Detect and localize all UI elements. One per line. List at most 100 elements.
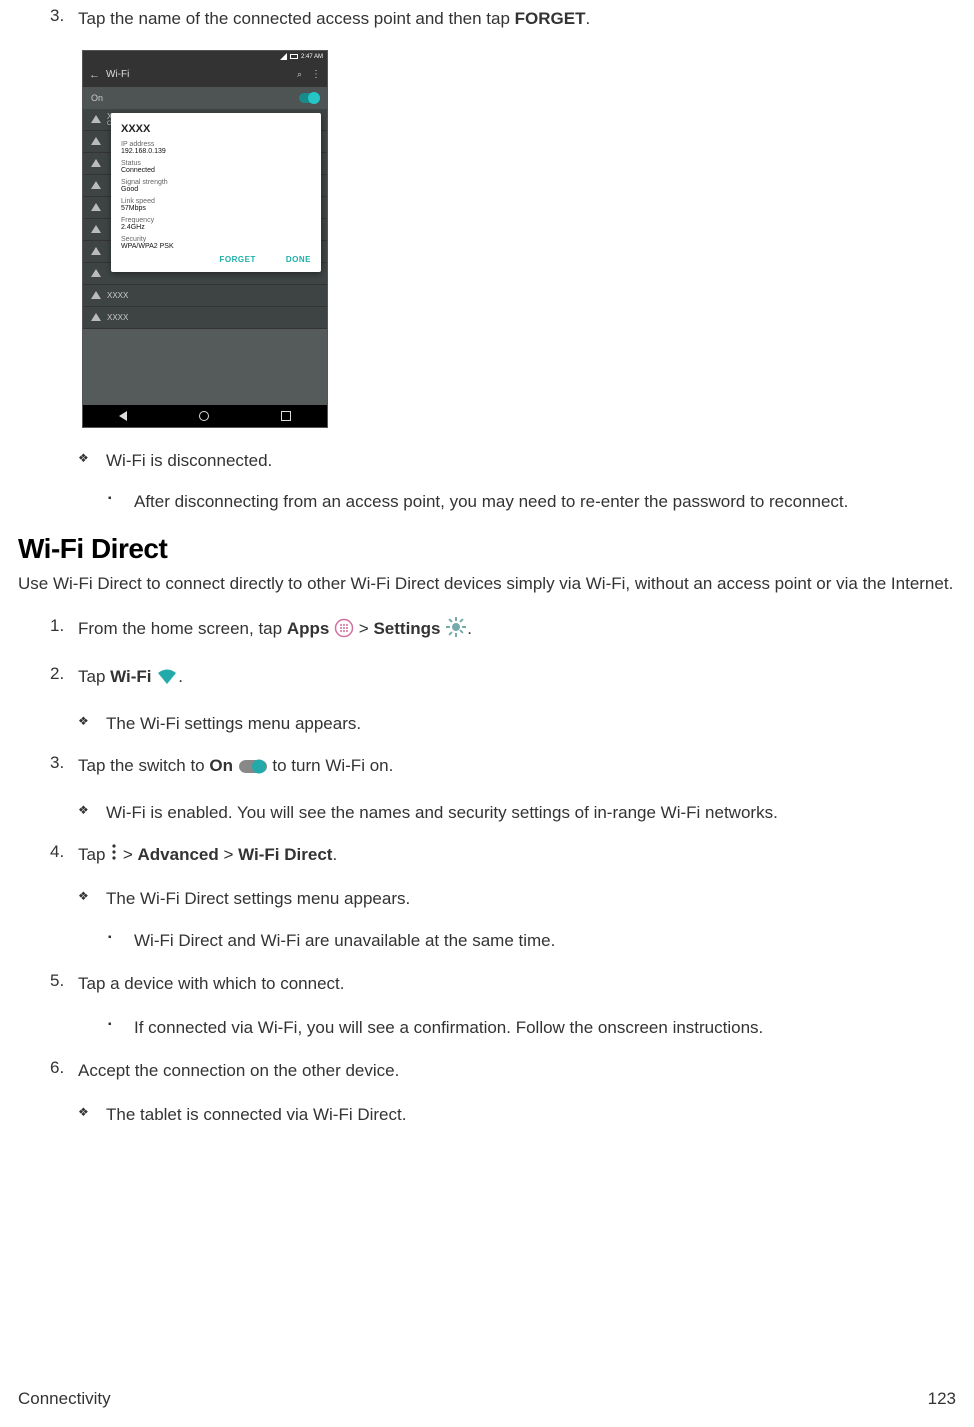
section-heading: Wi-Fi Direct xyxy=(18,533,956,565)
status-time: 2:47 AM xyxy=(301,54,323,60)
wifi-icon xyxy=(91,269,101,277)
text: . xyxy=(467,619,472,638)
intro-paragraph: Use Wi-Fi Direct to connect directly to … xyxy=(18,571,956,597)
net-row[interactable]: XXXX xyxy=(83,285,327,307)
step-text: Tap the name of the connected access poi… xyxy=(78,6,956,32)
dlg-label: Security xyxy=(121,236,311,243)
battery-icon xyxy=(290,54,298,59)
forget-button[interactable]: FORGET xyxy=(220,255,256,264)
apps-icon xyxy=(334,618,354,646)
diamond-bullet-icon: ❖ xyxy=(78,886,106,912)
dlg-value: Good xyxy=(121,186,311,193)
step-text: Accept the connection on the other devic… xyxy=(78,1058,956,1084)
done-button[interactable]: DONE xyxy=(286,255,311,264)
wifi-label: Wi-Fi xyxy=(110,667,151,686)
dlg-value: 57Mbps xyxy=(121,205,311,212)
dlg-value: 192.168.0.139 xyxy=(121,148,311,155)
sub-bullet: ❖ The tablet is connected via Wi-Fi Dire… xyxy=(78,1102,956,1128)
search-icon[interactable]: ⌕ xyxy=(297,69,302,80)
footer-left: Connectivity xyxy=(18,1389,111,1409)
step-number: 3. xyxy=(50,753,78,783)
wifi-icon xyxy=(91,181,101,189)
step-text: Tap a device with which to connect. xyxy=(78,971,956,997)
overflow-icon xyxy=(110,843,118,869)
diamond-bullet-icon: ❖ xyxy=(78,800,106,826)
step-number: 1. xyxy=(50,616,78,646)
wifi-dialog: XXXX IP address192.168.0.139 StatusConne… xyxy=(111,113,321,272)
step-4: 4. Tap > Advanced > Wi-Fi Direct. xyxy=(50,842,956,869)
back-icon[interactable]: ← xyxy=(89,69,100,81)
step-6: 6. Accept the connection on the other de… xyxy=(50,1058,956,1084)
sub-text: The Wi-Fi settings menu appears. xyxy=(106,711,956,737)
step-text: Tap Wi-Fi . xyxy=(78,664,956,694)
app-bar: ← Wi-Fi ⌕ ⋮ xyxy=(83,63,327,87)
wifi-icon xyxy=(91,159,101,167)
wifi-icon xyxy=(91,247,101,255)
wifi-icon xyxy=(91,115,101,123)
net-name: XXXX xyxy=(107,313,128,322)
sub2-text: Wi-Fi Direct and Wi-Fi are unavailable a… xyxy=(134,928,956,954)
sub-bullet: ❖ The Wi-Fi Direct settings menu appears… xyxy=(78,886,956,912)
dlg-value: Connected xyxy=(121,167,311,174)
on-label: On xyxy=(91,93,103,103)
text: . xyxy=(332,845,337,864)
step-number: 5. xyxy=(50,971,78,997)
nav-back-icon[interactable] xyxy=(119,411,127,421)
nav-home-icon[interactable] xyxy=(199,411,209,421)
text: Tap the name of the connected access poi… xyxy=(78,9,515,28)
nav-recent-icon[interactable] xyxy=(281,411,291,421)
sub2-bullet: ▪ After disconnecting from an access poi… xyxy=(108,489,956,515)
text: . xyxy=(585,9,590,28)
step-number: 3. xyxy=(50,6,78,32)
sub-bullet: ❖ The Wi-Fi settings menu appears. xyxy=(78,711,956,737)
text: to turn Wi-Fi on. xyxy=(268,756,394,775)
sub-bullet: ❖ Wi-Fi is disconnected. xyxy=(78,448,956,474)
net-row[interactable]: XXXX xyxy=(83,307,327,329)
sub2-bullet: ▪ Wi-Fi Direct and Wi-Fi are unavailable… xyxy=(108,928,956,954)
sub2-text: If connected via Wi-Fi, you will see a c… xyxy=(134,1015,956,1041)
text: > xyxy=(359,619,374,638)
wifi-icon xyxy=(91,291,101,299)
sub-text: The Wi-Fi Direct settings menu appears. xyxy=(106,886,956,912)
phone-screenshot: 2:47 AM ← Wi-Fi ⌕ ⋮ On XXXX Connected XX… xyxy=(82,50,328,428)
on-label: On xyxy=(209,756,233,775)
step-1: 1. From the home screen, tap Apps > Sett… xyxy=(50,616,956,646)
dialog-title: XXXX xyxy=(121,123,311,135)
wifi-icon xyxy=(91,225,101,233)
step-2: 2. Tap Wi-Fi . xyxy=(50,664,956,694)
sub-text: Wi-Fi is enabled. You will see the names… xyxy=(106,800,956,826)
square-bullet-icon: ▪ xyxy=(108,1015,134,1041)
text: Tap the switch to xyxy=(78,756,209,775)
square-bullet-icon: ▪ xyxy=(108,489,134,515)
step-5: 5. Tap a device with which to connect. xyxy=(50,971,956,997)
diamond-bullet-icon: ❖ xyxy=(78,711,106,737)
dlg-value: 2.4GHz xyxy=(121,224,311,231)
step-3: 3. Tap the name of the connected access … xyxy=(50,6,956,32)
sub-bullet: ❖ Wi-Fi is enabled. You will see the nam… xyxy=(78,800,956,826)
page-footer: Connectivity 123 xyxy=(18,1389,956,1409)
nav-bar xyxy=(83,405,327,427)
advanced-label: Advanced xyxy=(138,845,219,864)
overflow-icon[interactable]: ⋮ xyxy=(311,69,321,80)
wifi-icon xyxy=(91,137,101,145)
footer-right: 123 xyxy=(928,1389,956,1409)
dlg-label: Frequency xyxy=(121,217,311,224)
text: Tap xyxy=(78,667,110,686)
sub2-bullet: ▪ If connected via Wi-Fi, you will see a… xyxy=(108,1015,956,1041)
sub-text: Wi-Fi is disconnected. xyxy=(106,448,956,474)
text: Tap xyxy=(78,845,110,864)
settings-label: Settings xyxy=(373,619,440,638)
dlg-value: WPA/WPA2 PSK xyxy=(121,243,311,250)
dlg-label: Signal strength xyxy=(121,179,311,186)
toggle-on-icon xyxy=(238,757,268,783)
dlg-label: Status xyxy=(121,160,311,167)
apps-label: Apps xyxy=(287,619,330,638)
wifi-toggle[interactable] xyxy=(299,93,319,103)
diamond-bullet-icon: ❖ xyxy=(78,448,106,474)
text: > xyxy=(219,845,238,864)
on-row: On xyxy=(83,87,327,109)
step-text: Tap the switch to On to turn Wi-Fi on. xyxy=(78,753,956,783)
step-text: Tap > Advanced > Wi-Fi Direct. xyxy=(78,842,956,869)
text: > xyxy=(118,845,137,864)
step-text: From the home screen, tap Apps > Setting… xyxy=(78,616,956,646)
